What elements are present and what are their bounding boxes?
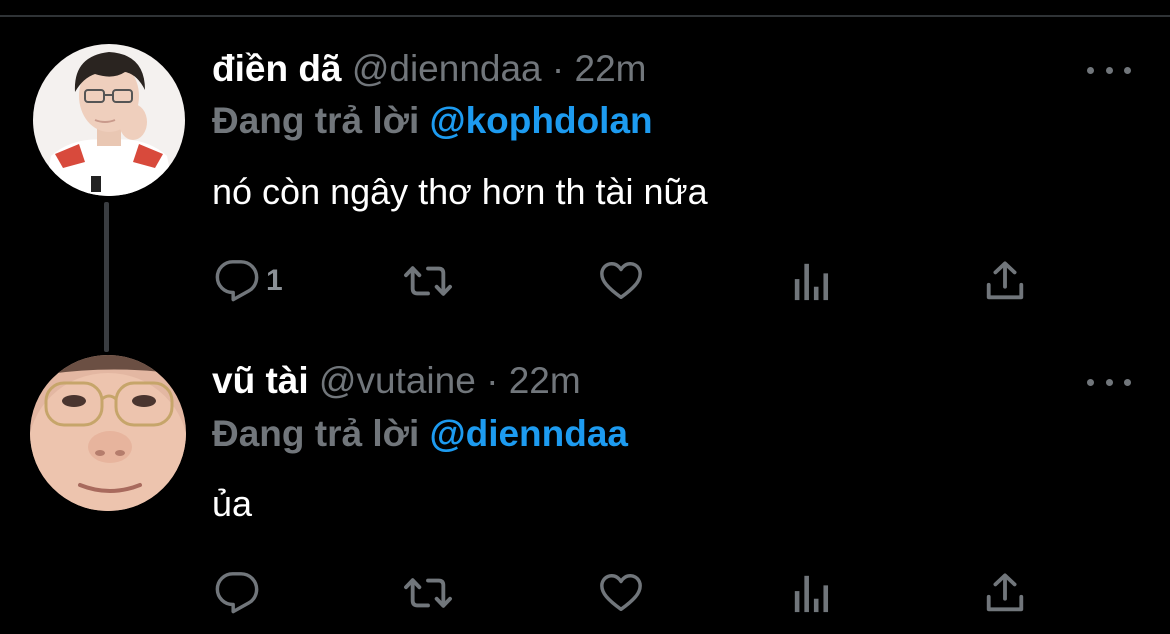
analytics-button[interactable] xyxy=(792,260,832,302)
reply-mention-link[interactable]: @dienndaa xyxy=(430,413,629,454)
top-divider xyxy=(0,15,1170,17)
tweet-text: nó còn ngây thơ hơn th tài nữa xyxy=(212,171,708,212)
more-options-icon[interactable] xyxy=(1087,372,1131,392)
reply-context: Đang trả lời @dienndaa xyxy=(212,412,628,456)
share-button[interactable] xyxy=(982,570,1028,616)
reply-icon xyxy=(215,572,259,614)
reply-context: Đang trả lời @kophdolan xyxy=(212,99,653,143)
analytics-icon xyxy=(794,575,829,613)
reply-mention-link[interactable]: @kophdolan xyxy=(430,100,653,141)
more-options-icon[interactable] xyxy=(1087,60,1131,80)
like-icon xyxy=(600,574,642,612)
avatar[interactable] xyxy=(30,355,186,511)
analytics-icon xyxy=(794,263,829,301)
reply-count: 1 xyxy=(266,264,283,297)
replying-to-label: Đang trả lời xyxy=(212,413,420,454)
retweet-button[interactable] xyxy=(403,258,453,304)
thread-connector-line xyxy=(104,202,109,352)
profile-photo-1 xyxy=(33,44,185,196)
share-icon xyxy=(986,573,1024,612)
tweet-text: ủa xyxy=(212,483,253,524)
reply-icon xyxy=(215,260,259,302)
like-button[interactable] xyxy=(598,258,644,304)
tweet-header: vũ tài @vutaine · 22m xyxy=(212,359,581,403)
retweet-icon xyxy=(404,578,452,608)
share-button[interactable] xyxy=(982,258,1028,304)
separator-dot: · xyxy=(551,48,565,89)
like-button[interactable] xyxy=(598,570,644,616)
tweet-header: điền dã @dienndaa · 22m xyxy=(212,47,647,91)
retweet-icon xyxy=(404,266,452,296)
share-icon xyxy=(986,261,1024,300)
analytics-button[interactable] xyxy=(792,572,832,614)
user-handle[interactable]: @dienndaa xyxy=(352,48,542,89)
like-icon xyxy=(600,262,642,300)
profile-photo-2 xyxy=(30,355,186,511)
display-name[interactable]: vũ tài xyxy=(212,360,309,401)
reply-button[interactable] xyxy=(214,570,266,616)
replying-to-label: Đang trả lời xyxy=(212,100,420,141)
display-name[interactable]: điền dã xyxy=(212,48,342,89)
user-handle[interactable]: @vutaine xyxy=(319,360,476,401)
avatar[interactable] xyxy=(33,44,185,196)
separator-dot: · xyxy=(486,360,499,401)
retweet-button[interactable] xyxy=(403,570,453,616)
timestamp[interactable]: 22m xyxy=(575,48,647,89)
timestamp[interactable]: 22m xyxy=(509,360,581,401)
reply-button[interactable]: 1 xyxy=(214,258,283,304)
